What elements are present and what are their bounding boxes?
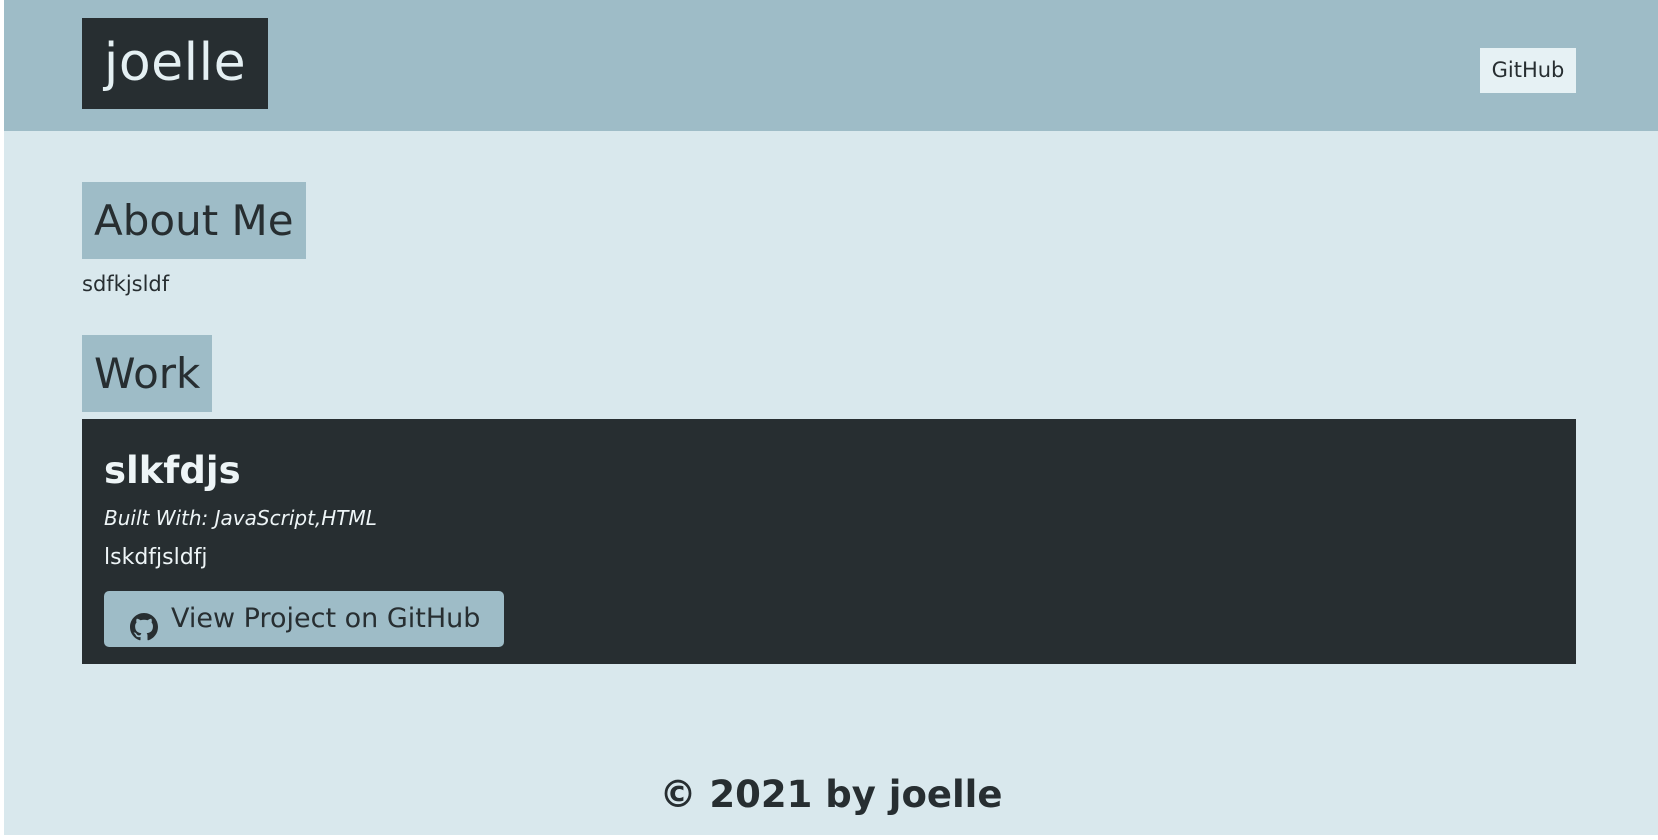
site-header: joelle GitHub xyxy=(4,0,1658,131)
view-project-github-button[interactable]: View Project on GitHub xyxy=(104,591,504,647)
about-text: sdfkjsldf xyxy=(82,272,170,296)
project-title: slkfdjs xyxy=(104,449,241,492)
site-footer: © 2021 by joelle xyxy=(659,773,1003,816)
project-description: lskdfjsldfj xyxy=(104,545,208,570)
project-built-with: Built With: JavaScript,HTML xyxy=(104,506,377,530)
project-card: slkfdjs Built With: JavaScript,HTML lskd… xyxy=(82,419,1576,664)
github-icon xyxy=(130,605,158,641)
view-project-button-label: View Project on GitHub xyxy=(171,603,481,634)
page: joelle GitHub About Me sdfkjsldf Work sl… xyxy=(4,0,1658,835)
work-section-title: Work xyxy=(82,335,212,412)
github-nav-link[interactable]: GitHub xyxy=(1480,48,1576,93)
about-section-title: About Me xyxy=(82,182,306,259)
site-brand[interactable]: joelle xyxy=(82,18,268,109)
